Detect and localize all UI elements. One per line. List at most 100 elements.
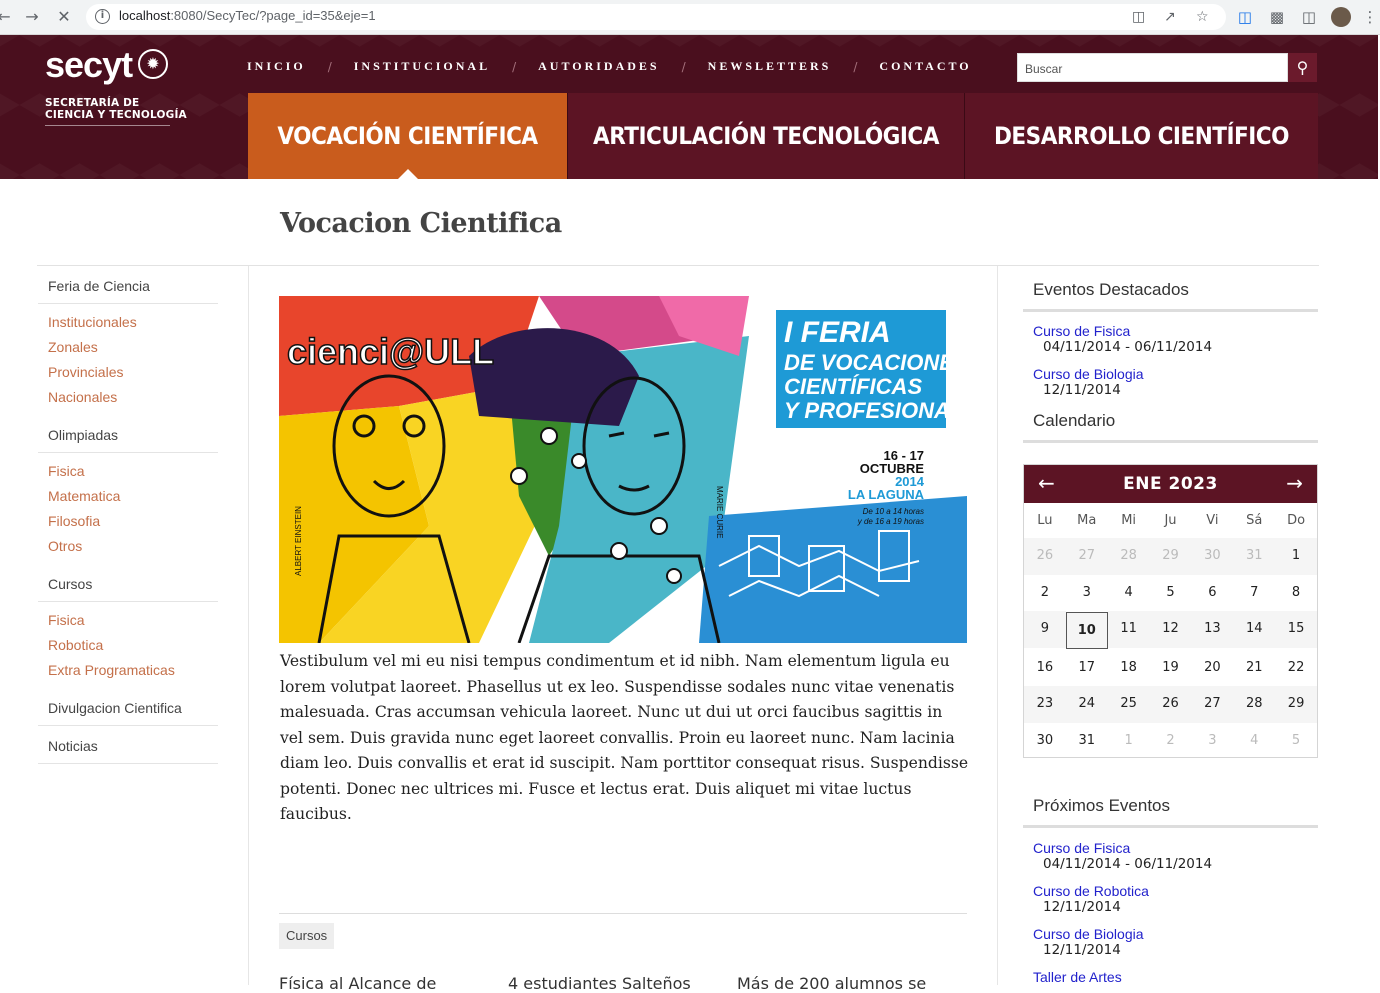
calendar-day[interactable]: 28	[1233, 686, 1276, 723]
tab-vocacion-cientifica[interactable]: VOCACIÓN CIENTÍFICA	[248, 93, 568, 179]
nav-institucional[interactable]: INSTITUCIONAL	[354, 59, 490, 74]
calendar-day[interactable]: 21	[1233, 650, 1275, 687]
calendar-day[interactable]: 19	[1150, 650, 1192, 687]
sidebar-link-institucionales[interactable]: Institucionales	[38, 311, 218, 336]
calendar-day[interactable]: 22	[1275, 650, 1317, 687]
calendar-day[interactable]: 3	[1066, 575, 1108, 612]
sidebar-link-filosofia[interactable]: Filosofia	[38, 510, 218, 535]
calendar-day[interactable]: 24	[1065, 686, 1108, 723]
address-bar[interactable]: i localhost:8080/SecyTec/?page_id=35&eje…	[86, 4, 1226, 30]
calendar-day[interactable]: 29	[1275, 686, 1317, 723]
tag-cursos[interactable]: Cursos	[279, 923, 335, 949]
event-link[interactable]: Curso de Fisica	[1033, 840, 1318, 856]
calendar-day[interactable]: 7	[1233, 575, 1275, 612]
side-panel-icon[interactable]: ◫	[1299, 7, 1319, 27]
event-date: 12/11/2014	[1043, 382, 1121, 398]
sidebar-group-cursos[interactable]: Cursos	[38, 568, 218, 602]
menu-kebab-icon[interactable]: ⋮	[1360, 7, 1380, 27]
calendar-day[interactable]: 27	[1191, 686, 1234, 723]
sidebar-group-olimpiadas[interactable]: Olimpiadas	[38, 419, 218, 453]
calendar-month: ENE 2023	[1123, 474, 1218, 494]
calendar-day-other-month[interactable]: 3	[1191, 723, 1233, 760]
sidebar-link-zonales[interactable]: Zonales	[38, 336, 218, 361]
calendar-day[interactable]: 2	[1024, 575, 1066, 612]
search-button[interactable]: ⚲	[1288, 53, 1317, 82]
nav-autoridades[interactable]: AUTORIDADES	[538, 59, 659, 74]
event-link[interactable]: Curso de Robotica	[1033, 883, 1318, 899]
share-icon[interactable]: ↗	[1164, 9, 1176, 25]
calendar-day[interactable]: 15	[1275, 611, 1317, 648]
calendar-day-other-month[interactable]: 5	[1275, 723, 1317, 760]
calendar-day-other-month[interactable]: 4	[1233, 723, 1275, 760]
calendar-day-other-month[interactable]: 30	[1191, 538, 1234, 575]
calendar-day-other-month[interactable]: 29	[1149, 538, 1192, 575]
tab-articulacion-tecnologica[interactable]: ARTICULACIÓN TECNOLÓGICA	[568, 93, 965, 179]
event-link[interactable]: Curso de Biologia	[1033, 366, 1318, 382]
site-header: secyt ✹ SECRETARÍA DE CIENCIA Y TECNOLOG…	[0, 35, 1378, 179]
secyt-logo[interactable]: secyt ✹ SECRETARÍA DE CIENCIA Y TECNOLOG…	[45, 45, 187, 126]
calendar-day[interactable]: 23	[1024, 686, 1066, 723]
calendar-day[interactable]: 17	[1066, 650, 1108, 687]
calendar-day[interactable]: 11	[1107, 611, 1150, 648]
sidebar-link-matematica[interactable]: Matematica	[38, 485, 218, 510]
extensions-puzzle-icon[interactable]: ▩	[1267, 7, 1287, 27]
page-title: Vocacion Cientifica	[280, 208, 562, 239]
calendar-day-other-month[interactable]: 28	[1107, 538, 1150, 575]
sidebar-group-divulgacion[interactable]: Divulgacion Cientifica	[38, 692, 218, 726]
nav-newsletters[interactable]: NEWSLETTERS	[708, 59, 832, 74]
bookmark-star-icon[interactable]: ☆	[1196, 9, 1209, 25]
related-post-3[interactable]: Más de 200 alumnos se	[737, 974, 926, 993]
next-month-arrow-icon[interactable]: →	[1286, 471, 1303, 495]
site-info-icon[interactable]: i	[95, 9, 110, 24]
forward-icon[interactable]: →	[20, 5, 44, 29]
event-link[interactable]: Curso de Biologia	[1033, 926, 1318, 942]
calendar-day-other-month[interactable]: 2	[1150, 723, 1192, 760]
sidebar-link-cursos-fisica[interactable]: Fisica	[38, 609, 218, 634]
related-post-2[interactable]: 4 estudiantes Salteños	[508, 974, 691, 993]
translate-icon[interactable]: ◫	[1132, 9, 1145, 25]
calendar-day[interactable]: 1	[1275, 538, 1317, 575]
sidebar-link-provinciales[interactable]: Provinciales	[38, 361, 218, 386]
sidebar-group-feria[interactable]: Feria de Ciencia	[38, 270, 218, 304]
calendar-day[interactable]: 13	[1191, 611, 1234, 648]
sidebar-link-nacionales[interactable]: Nacionales	[38, 386, 218, 411]
calendar-day-name: Mi	[1121, 513, 1137, 528]
calendar-day[interactable]: 18	[1108, 650, 1150, 687]
nav-contacto[interactable]: CONTACTO	[879, 59, 971, 74]
calendar-day-other-month[interactable]: 26	[1024, 538, 1066, 575]
upcoming-events: Próximos Eventos Curso de Fisica 04/11/2…	[1023, 786, 1318, 985]
sidebar-link-otros[interactable]: Otros	[38, 535, 218, 560]
calendar-day[interactable]: 14	[1233, 611, 1276, 648]
calendar-day[interactable]: 5	[1150, 575, 1192, 612]
back-icon[interactable]: ←	[0, 5, 16, 29]
translate-extension-icon[interactable]: ◫	[1235, 7, 1255, 27]
calendar-day[interactable]: 25	[1107, 686, 1150, 723]
sidebar-link-fisica[interactable]: Fisica	[38, 460, 218, 485]
related-post-1[interactable]: Física al Alcance de	[279, 974, 436, 993]
calendar-day[interactable]: 6	[1191, 575, 1233, 612]
event-link[interactable]: Taller de Artes	[1033, 969, 1318, 985]
sidebar-link-robotica[interactable]: Robotica	[38, 634, 218, 659]
calendar-day[interactable]: 4	[1108, 575, 1150, 612]
calendar-day[interactable]: 30	[1024, 723, 1066, 760]
calendar-day[interactable]: 8	[1275, 575, 1317, 612]
sidebar-group-noticias[interactable]: Noticias	[38, 730, 218, 764]
profile-avatar[interactable]	[1331, 7, 1351, 27]
calendar-day-other-month[interactable]: 31	[1233, 538, 1276, 575]
nav-inicio[interactable]: INICIO	[247, 59, 306, 74]
calendar-day-other-month[interactable]: 27	[1065, 538, 1108, 575]
sidebar-link-extra-programaticas[interactable]: Extra Programaticas	[38, 659, 218, 684]
calendar-day[interactable]: 16	[1024, 650, 1066, 687]
url-path: :8080/SecyTec/?page_id=35&eje=1	[170, 8, 376, 23]
tab-desarrollo-cientifico[interactable]: DESARROLLO CIENTÍFICO	[965, 93, 1318, 179]
calendar-day-today[interactable]: 10	[1065, 612, 1108, 649]
calendar-day-other-month[interactable]: 1	[1108, 723, 1150, 760]
calendar-day[interactable]: 20	[1191, 650, 1233, 687]
stop-loading-icon[interactable]: ✕	[52, 5, 76, 29]
calendar-day[interactable]: 12	[1149, 611, 1192, 648]
calendar-day[interactable]: 31	[1066, 723, 1108, 760]
event-link[interactable]: Curso de Fisica	[1033, 323, 1318, 339]
calendar-day[interactable]: 9	[1024, 611, 1066, 648]
calendar-day[interactable]: 26	[1149, 686, 1192, 723]
search-input[interactable]: Buscar	[1017, 53, 1288, 82]
